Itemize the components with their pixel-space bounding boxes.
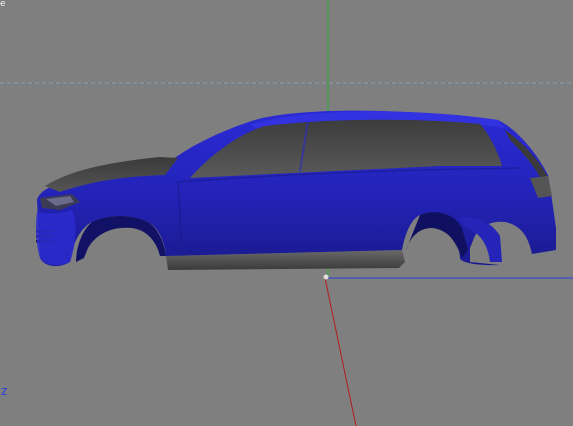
z-axis-label: z bbox=[1, 384, 8, 398]
viewport-corner-label: e bbox=[0, 0, 6, 9]
car-model[interactable] bbox=[36, 110, 556, 270]
x-axis-line bbox=[324, 277, 357, 426]
axes-gizmo-icon bbox=[323, 274, 329, 280]
viewport-canvas[interactable] bbox=[0, 0, 573, 426]
3d-viewport[interactable]: e z bbox=[0, 0, 573, 426]
car-front-bumper bbox=[36, 210, 76, 266]
